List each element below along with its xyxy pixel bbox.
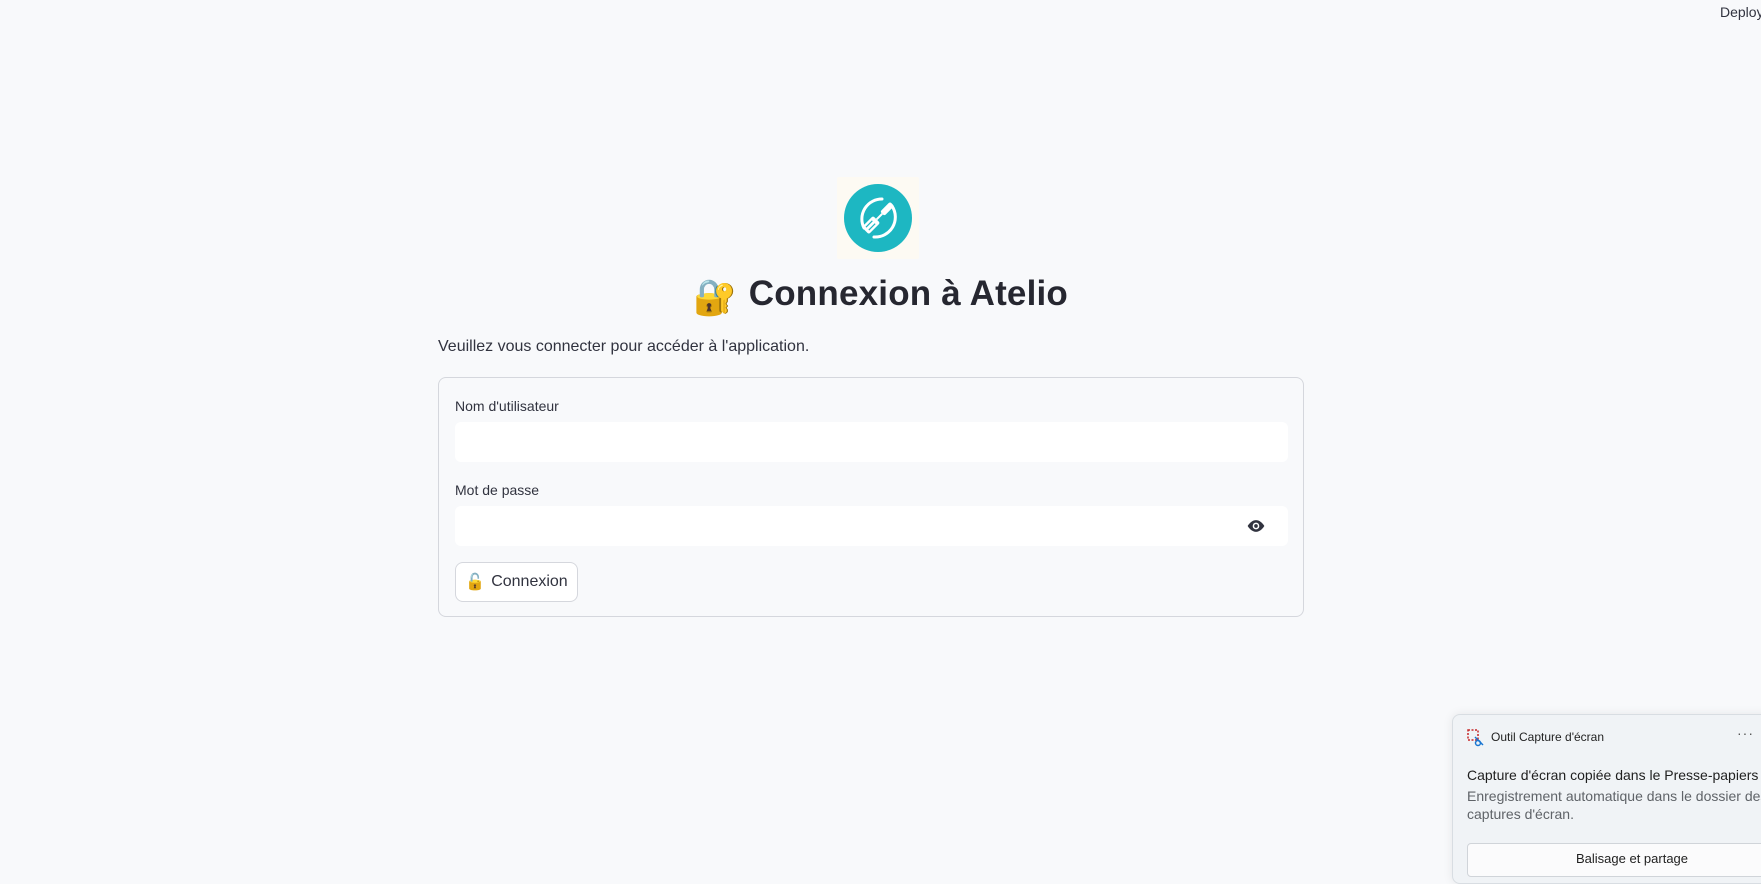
password-input[interactable] [455, 506, 1288, 546]
markup-share-button[interactable]: Balisage et partage [1467, 843, 1761, 877]
eye-icon[interactable] [1246, 517, 1266, 535]
unlock-icon: 🔓 [465, 574, 486, 591]
notification-title: Capture d'écran copiée dans le Presse-pa… [1467, 767, 1759, 783]
app-logo [837, 177, 919, 259]
notification-body: Enregistrement automatique dans le dossi… [1467, 788, 1761, 822]
login-form: Nom d'utilisateur Mot de passe 🔓 Connexi… [438, 377, 1304, 617]
page-subtitle: Veuillez vous connecter pour accéder à l… [438, 338, 810, 355]
page-title-text: Connexion à Atelio [748, 274, 1069, 313]
password-label: Mot de passe [455, 482, 540, 498]
lock-with-key-icon: 🔐 [692, 278, 737, 317]
more-options-icon[interactable]: ··· [1737, 725, 1754, 741]
username-label: Nom d'utilisateur [455, 398, 559, 414]
login-button[interactable]: 🔓 Connexion [455, 562, 578, 602]
deploy-button[interactable]: Deploy [1720, 4, 1761, 20]
page-title: 🔐 Connexion à Atelio [0, 274, 1761, 318]
logo-circle [844, 184, 912, 252]
notification-app-name: Outil Capture d'écran [1491, 730, 1605, 744]
login-button-label: Connexion [491, 573, 568, 590]
screwdriver-wrench-icon [860, 197, 897, 239]
snipping-tool-icon [1467, 729, 1484, 747]
username-input[interactable] [455, 422, 1288, 462]
app-header: Deploy [0, 0, 1761, 26]
